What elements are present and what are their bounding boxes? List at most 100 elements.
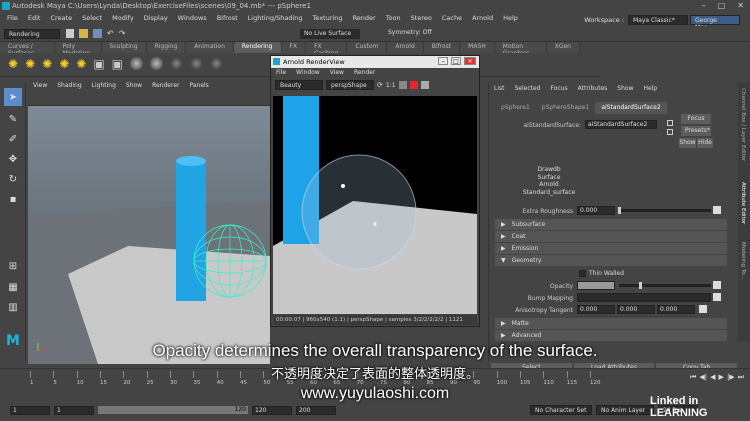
shader-ball-icon[interactable]: [210, 57, 223, 70]
menu-item[interactable]: Stereo: [406, 14, 437, 22]
shelf-tab[interactable]: Sculpting: [101, 42, 146, 53]
minimize-icon[interactable]: –: [438, 57, 448, 65]
viewport-menu-item[interactable]: Show: [121, 82, 147, 93]
shader-ball-icon[interactable]: [150, 57, 163, 70]
shader-ball-icon[interactable]: [130, 57, 143, 70]
shader-ball-icon[interactable]: [190, 57, 203, 70]
aov-dropdown[interactable]: Beauty: [275, 80, 323, 90]
minimize-icon[interactable]: –: [702, 1, 706, 10]
renderview-menu-item[interactable]: File: [271, 68, 291, 79]
section-matte[interactable]: ▶ Matte: [495, 318, 727, 329]
shelf-tab[interactable]: Poly Modeling: [54, 42, 101, 57]
camera-dropdown[interactable]: perspShape: [326, 80, 374, 90]
symmetry[interactable]: Symmetry: Off: [388, 29, 431, 36]
node-output-icon[interactable]: [667, 120, 673, 126]
map-button-icon[interactable]: [713, 281, 721, 289]
new-scene-icon[interactable]: [66, 29, 74, 38]
shelf-tab[interactable]: Custom: [347, 42, 387, 53]
aniso-x-field[interactable]: 0.000: [577, 305, 615, 314]
open-icon[interactable]: [79, 29, 88, 38]
menu-item[interactable]: Windows: [173, 14, 212, 22]
shelf-tab[interactable]: MASH: [460, 42, 494, 53]
refresh-icon[interactable]: ⟳: [377, 81, 383, 89]
attr-menu-item[interactable]: Help: [638, 85, 662, 92]
maximize-icon[interactable]: □: [451, 57, 461, 65]
grid-icon[interactable]: [398, 81, 407, 89]
section-geometry[interactable]: ▼ Geometry: [495, 255, 727, 266]
display-icon[interactable]: [420, 81, 429, 89]
bump-mapping-field[interactable]: [577, 293, 711, 302]
move-tool-icon[interactable]: ✥: [4, 150, 22, 168]
shelf-tab[interactable]: Motion Graphics: [494, 42, 546, 57]
undo-icon[interactable]: ↶: [107, 29, 114, 38]
user-dropdown[interactable]: George Mae...: [690, 15, 740, 31]
menu-item[interactable]: Render: [348, 14, 381, 22]
character-set-dropdown[interactable]: No Character Set: [530, 405, 592, 415]
camera-icon[interactable]: ▣: [112, 57, 123, 71]
viewport[interactable]: [28, 106, 270, 364]
shelf-tab[interactable]: FX: [281, 42, 306, 53]
slider-handle[interactable]: [639, 282, 642, 289]
map-button-icon[interactable]: [713, 293, 721, 301]
menu-item[interactable]: Cache: [437, 14, 467, 22]
light-icon[interactable]: ✺: [59, 57, 69, 71]
opacity-slider[interactable]: [619, 284, 711, 287]
menu-item[interactable]: Help: [498, 14, 523, 22]
channel-box-tab[interactable]: Channel Box / Layer Editor: [740, 88, 746, 161]
save-icon[interactable]: [93, 29, 102, 38]
menu-item[interactable]: Create: [45, 14, 77, 22]
range-slider[interactable]: 120: [98, 406, 248, 414]
close-icon[interactable]: ✕: [737, 1, 744, 10]
node-name-field[interactable]: aiStandardSurface2: [585, 120, 657, 129]
attr-tab[interactable]: aiStandardSurface2: [595, 102, 667, 114]
light-icon[interactable]: ✺: [8, 57, 18, 71]
attr-menu-item[interactable]: Attributes: [573, 85, 613, 92]
show-button[interactable]: Show: [679, 138, 696, 148]
presets-button[interactable]: Presets*: [681, 126, 711, 136]
scale-tool-icon[interactable]: ▪: [4, 190, 22, 208]
end-range-field[interactable]: 120: [252, 405, 292, 415]
ratio-label[interactable]: 1:1: [386, 82, 396, 89]
shader-ball-icon[interactable]: [170, 57, 183, 70]
map-button-icon[interactable]: [713, 206, 721, 214]
extra-roughness-field[interactable]: 0.000: [577, 206, 615, 215]
modeling-toolkit-tab[interactable]: Modeling To...: [740, 242, 746, 280]
start-range-field[interactable]: 1: [54, 405, 94, 415]
stop-render-icon[interactable]: [409, 81, 418, 89]
shelf-tab[interactable]: Rendering: [233, 42, 281, 53]
light-icon[interactable]: ✺: [42, 57, 52, 71]
attr-tab[interactable]: pSphere1: [495, 102, 536, 114]
layout-four-icon[interactable]: ▦: [4, 278, 22, 296]
menuset-dropdown[interactable]: Rendering: [4, 29, 60, 39]
maximize-icon[interactable]: □: [718, 1, 726, 10]
shelf-tab[interactable]: XGen: [546, 42, 579, 53]
end-frame-field[interactable]: 200: [296, 405, 336, 415]
menu-item[interactable]: Display: [139, 14, 173, 22]
layout-two-icon[interactable]: ▥: [4, 298, 22, 316]
section-emission[interactable]: ▶ Emission: [495, 243, 727, 254]
node-input-icon[interactable]: [667, 129, 673, 135]
workspace-dropdown[interactable]: Maya Classic*: [628, 15, 688, 25]
renderview-menu-item[interactable]: View: [325, 68, 349, 79]
renderview-menu-item[interactable]: Window: [291, 68, 325, 79]
anim-layer-dropdown[interactable]: No Anim Layer: [596, 405, 654, 415]
camera-icon[interactable]: ▣: [93, 57, 104, 71]
menu-item[interactable]: Lighting/Shading: [243, 14, 308, 22]
shelf-tab[interactable]: Bifrost: [423, 42, 460, 53]
section-advanced[interactable]: ▶ Advanced: [495, 330, 727, 341]
menu-item[interactable]: Arnold: [467, 14, 498, 22]
live-surface[interactable]: No Live Surface: [300, 29, 360, 39]
shelf-tab[interactable]: FX Caching: [306, 42, 347, 57]
menu-item[interactable]: Select: [77, 14, 107, 22]
layout-single-icon[interactable]: ⊞: [4, 257, 22, 275]
viewport-menu-item[interactable]: Lighting: [87, 82, 121, 93]
shelf-tab[interactable]: Curves / Surfaces: [0, 42, 54, 57]
close-icon[interactable]: ✕: [464, 57, 476, 65]
extra-roughness-slider[interactable]: [619, 209, 711, 212]
viewport-menu-item[interactable]: Renderer: [147, 82, 184, 93]
viewport-menu-item[interactable]: Panels: [184, 82, 213, 93]
light-icon[interactable]: ✺: [25, 57, 35, 71]
slider-handle[interactable]: [618, 207, 621, 214]
aniso-z-field[interactable]: 0.000: [657, 305, 695, 314]
select-tool-icon[interactable]: ➤: [4, 88, 22, 106]
